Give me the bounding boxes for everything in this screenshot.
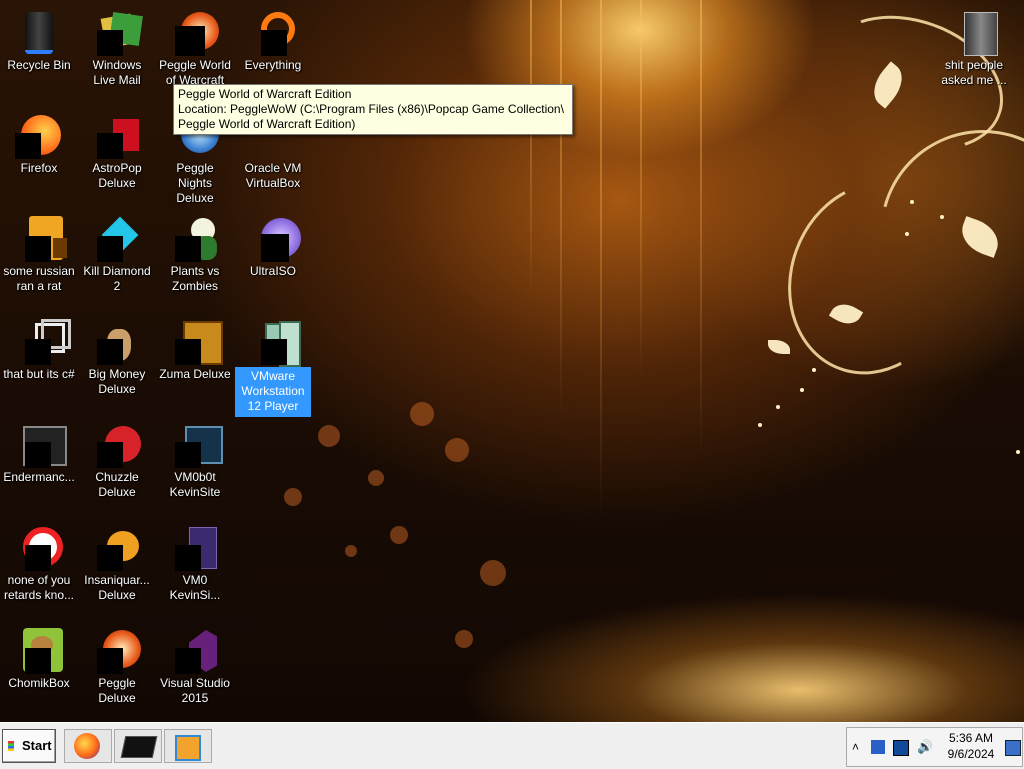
visual-studio-icon: [171, 626, 219, 674]
desktop-icon-visual-studio-2015[interactable]: Visual Studio 2015: [157, 622, 233, 706]
windows-flag-icon: [8, 741, 14, 751]
chomikbox-icon: [15, 626, 63, 674]
desktop-icon-label: Big Money Deluxe: [88, 367, 146, 396]
network-icon[interactable]: [871, 740, 885, 754]
desktop-icon-label: that but its c#: [3, 367, 75, 381]
desktop-icon-plants-vs-zombies[interactable]: Plants vs Zombies: [157, 210, 233, 294]
clock[interactable]: 5:36 AM 9/6/2024: [941, 730, 1001, 762]
desktop-icon-zuma-deluxe[interactable]: Zuma Deluxe: [157, 313, 233, 382]
terminal-icon: [120, 736, 158, 758]
desktop-icon-label: Peggle Deluxe: [98, 676, 136, 705]
desktop-icon-vm0-kevinsi[interactable]: VM0 KevinSi...: [157, 519, 233, 603]
start-button[interactable]: Start: [2, 729, 56, 763]
desktop-icon-label: Peggle Nights Deluxe: [176, 161, 214, 205]
system-tray: ˄ 🔊 5:36 AM 9/6/2024: [846, 727, 1023, 767]
start-button-label: Start: [22, 738, 52, 753]
taskbar-media-player-button[interactable]: [164, 729, 212, 763]
clock-time: 5:36 AM: [948, 731, 994, 745]
desktop-icon-windows-live-mail[interactable]: Windows Live Mail: [79, 4, 155, 88]
desktop-icon-label: none of you retards kno...: [3, 573, 75, 602]
clock-date: 9/6/2024: [947, 747, 995, 761]
media-player-icon: [175, 735, 201, 761]
volume-icon[interactable]: 🔊: [917, 740, 933, 754]
search-icon: [249, 8, 297, 56]
firefox-icon: [15, 111, 63, 159]
fish-icon: [93, 523, 141, 571]
taskbar: Start ˄ 🔊 5:36 AM 9/6/2024: [0, 722, 1024, 769]
desktop-icon-that-but-its-c[interactable]: that but its c#: [1, 313, 77, 382]
desktop-icon-label: VM0 KevinSi...: [169, 573, 221, 602]
desktop-icon-label: Windows Live Mail: [92, 58, 142, 87]
application-icon: [15, 420, 67, 468]
desktop-icon-label: Oracle VM VirtualBox: [244, 161, 302, 190]
chuzzle-icon: [93, 420, 141, 468]
desktop-icon-endermanc[interactable]: Endermanc...: [1, 416, 77, 485]
tooltip-line: Location: PeggleWoW (C:\Program Files (x…: [178, 102, 564, 116]
desktop-icon-label: some russian ran a rat: [3, 264, 75, 293]
desktop-icon-recycle-bin[interactable]: Recycle Bin: [1, 4, 77, 73]
desktop-icon-label: Insaniquar... Deluxe: [84, 573, 150, 602]
taskbar-firefox-button[interactable]: [64, 729, 112, 763]
tooltip-line: Peggle World of Warcraft Edition): [178, 117, 356, 131]
mail-icon: [93, 8, 143, 56]
peggle-icon: [93, 626, 141, 674]
desktop-icon-label: Chuzzle Deluxe: [95, 470, 139, 499]
desktop-icon-firefox[interactable]: Firefox: [1, 107, 77, 176]
red-circle-icon: [15, 523, 63, 571]
firefox-icon: [74, 733, 100, 759]
desktop-icon-label: shit people asked me ...: [941, 58, 1007, 87]
taskbar-terminal-button[interactable]: [114, 729, 162, 763]
desktop-icon-some-russian-ran-a-rat[interactable]: some russian ran a rat: [1, 210, 77, 294]
peggle-icon: [171, 8, 219, 56]
money-bag-icon: [93, 317, 141, 365]
desktop-icon-chuzzle-deluxe[interactable]: Chuzzle Deluxe: [79, 416, 155, 500]
vmware-icon: [249, 317, 301, 367]
desktop-icon-chomikbox[interactable]: ChomikBox: [1, 622, 77, 691]
document-icon: [15, 214, 67, 262]
desktop-icon-label: AstroPop Deluxe: [92, 161, 142, 190]
desktop-icon-label: Everything: [244, 58, 302, 72]
desktop-icon-label: Kill Diamond 2: [83, 264, 151, 293]
desktop-icon-label: UltraISO: [249, 264, 296, 278]
monitor-icon[interactable]: [893, 740, 909, 756]
diamond-icon: [93, 214, 141, 262]
recycle-bin-icon: [15, 8, 63, 56]
desktop-icon-peggle-world-of-warcraft[interactable]: Peggle World of Warcraft: [157, 4, 233, 88]
tooltip-line: Peggle World of Warcraft Edition: [178, 87, 352, 101]
desktop-icon-ultraiso[interactable]: UltraISO: [235, 210, 311, 279]
desktop-icon-label: Zuma Deluxe: [159, 367, 231, 381]
disc-icon: [249, 214, 301, 262]
icon-tooltip: Peggle World of Warcraft Edition Locatio…: [173, 84, 573, 135]
show-desktop-icon[interactable]: [1005, 740, 1021, 756]
desktop-icon-label: Plants vs Zombies: [170, 264, 220, 293]
desktop-icon-peggle-deluxe[interactable]: Peggle Deluxe: [79, 622, 155, 706]
desktop-icon-kill-diamond-2[interactable]: Kill Diamond 2: [79, 210, 155, 294]
astropop-icon: [93, 111, 141, 159]
desktop-icon-label: ChomikBox: [8, 676, 70, 690]
plant-icon: [171, 214, 219, 262]
desktop-icon-vm0b0t-kevinsite[interactable]: VM0b0t KevinSite: [157, 416, 233, 500]
desktop-icon-none-of-you[interactable]: none of you retards kno...: [1, 519, 77, 603]
chevron-up-icon[interactable]: ˄: [852, 740, 866, 754]
folder-icon: [950, 8, 998, 56]
visual-studio-solution-icon: [171, 420, 223, 468]
shortcut-icon: [15, 317, 71, 365]
desktop-icon-label: Visual Studio 2015: [160, 676, 230, 705]
desktop-icon-label: Endermanc...: [3, 470, 75, 484]
desktop-icon-insaniquarium-deluxe[interactable]: Insaniquar... Deluxe: [79, 519, 155, 603]
desktop-icon-label: VMware Workstation 12 Player: [235, 367, 311, 417]
desktop-icon-astropop-deluxe[interactable]: AstroPop Deluxe: [79, 107, 155, 191]
desktop-icon-vmware-workstation-12-player[interactable]: VMware Workstation 12 Player: [235, 313, 311, 417]
file-icon: [171, 523, 219, 571]
desktop-icon-label: Recycle Bin: [7, 58, 71, 72]
desktop-icon-everything[interactable]: Everything: [235, 4, 311, 73]
zuma-icon: [171, 317, 223, 365]
desktop-icon-label: Firefox: [20, 161, 58, 175]
desktop-icon-big-money-deluxe[interactable]: Big Money Deluxe: [79, 313, 155, 397]
desktop-icon-label: VM0b0t KevinSite: [169, 470, 221, 499]
desktop-icon-shit-people-asked-me[interactable]: shit people asked me ...: [936, 4, 1012, 88]
